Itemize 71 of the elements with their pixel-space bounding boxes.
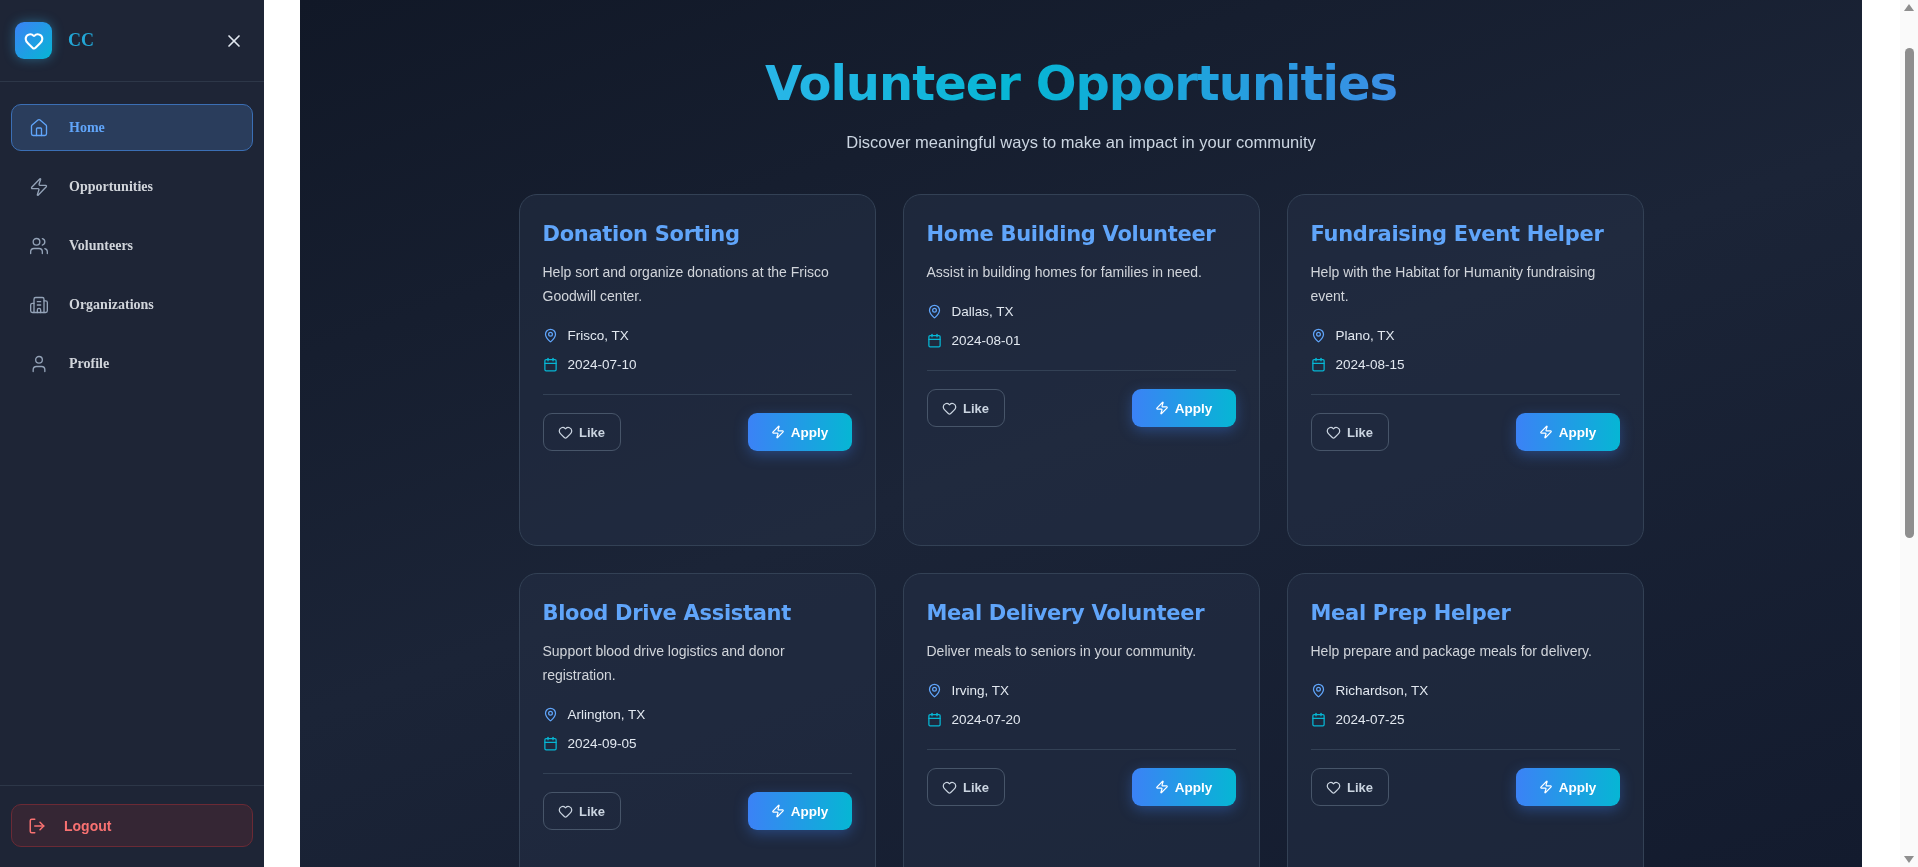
nav-item[interactable]: Organizations bbox=[11, 281, 253, 328]
lightning-icon bbox=[770, 425, 785, 440]
lightning-icon bbox=[1538, 425, 1553, 440]
nav-item[interactable]: Profile bbox=[11, 340, 253, 387]
nav-item[interactable]: Opportunities bbox=[11, 163, 253, 210]
like-button[interactable]: Like bbox=[1310, 413, 1389, 452]
heart-icon bbox=[942, 400, 957, 416]
lightning-icon bbox=[1154, 401, 1169, 416]
card-description: Help with the Habitat for Humanity fundraising event. bbox=[1310, 263, 1597, 307]
card-description: Assist in building homes for families in need. bbox=[926, 263, 1203, 283]
map-pin-icon bbox=[1310, 683, 1326, 699]
date-text: 2024-08-01 bbox=[951, 333, 1021, 349]
date-text: 2024-08-15 bbox=[1335, 357, 1405, 373]
card-title: Donation Sorting bbox=[542, 222, 741, 247]
card-title: Blood Drive Assistant bbox=[542, 601, 792, 626]
location-text: Plano, TX bbox=[1335, 328, 1395, 344]
lightning-icon bbox=[1154, 780, 1169, 795]
nav-item[interactable]: Home bbox=[11, 104, 253, 151]
card-description: Support blood drive logistics and donor registration. bbox=[542, 642, 786, 686]
calendar-icon bbox=[542, 357, 558, 373]
scroll-up-icon[interactable] bbox=[1904, 4, 1914, 11]
map-pin-icon bbox=[926, 304, 942, 320]
logout-button[interactable]: Logout bbox=[11, 804, 253, 847]
logout-icon bbox=[28, 816, 46, 835]
like-button[interactable]: Like bbox=[542, 413, 621, 452]
map-pin-icon bbox=[926, 683, 942, 699]
lightning-icon bbox=[1538, 780, 1553, 795]
card-description: Help sort and organize donations at the Frisco Goodwill center. bbox=[542, 263, 830, 307]
like-button[interactable]: Like bbox=[926, 768, 1005, 807]
date-text: 2024-07-10 bbox=[567, 357, 637, 373]
heart-icon bbox=[942, 779, 957, 795]
map-pin-icon bbox=[542, 707, 558, 723]
date-text: 2024-07-20 bbox=[951, 712, 1021, 728]
card-title: Meal Prep Helper bbox=[1310, 601, 1512, 626]
heart-icon bbox=[558, 803, 573, 819]
scrollbar[interactable] bbox=[1900, 0, 1918, 867]
like-button[interactable]: Like bbox=[926, 389, 1005, 428]
calendar-icon bbox=[926, 333, 942, 349]
lightning-icon bbox=[770, 804, 785, 819]
card-description: Help prepare and package meals for delivery. bbox=[1310, 642, 1593, 662]
lightning-icon bbox=[29, 176, 49, 197]
location-text: Frisco, TX bbox=[567, 328, 629, 344]
date-text: 2024-07-25 bbox=[1335, 712, 1405, 728]
heart-icon bbox=[1326, 779, 1341, 795]
map-pin-icon bbox=[1310, 328, 1326, 344]
building-icon bbox=[29, 294, 49, 315]
card-title: Fundraising Event Helper bbox=[1310, 222, 1605, 247]
scroll-down-icon[interactable] bbox=[1904, 856, 1914, 863]
calendar-icon bbox=[1310, 357, 1326, 373]
calendar-icon bbox=[926, 712, 942, 728]
location-text: Richardson, TX bbox=[1335, 683, 1429, 699]
card-title: Home Building Volunteer bbox=[926, 222, 1217, 247]
location-text: Dallas, TX bbox=[951, 304, 1014, 320]
heart-icon bbox=[1326, 424, 1341, 440]
brand-name: CC bbox=[68, 30, 95, 51]
card-description: Deliver meals to seniors in your community. bbox=[926, 642, 1198, 662]
nav-item[interactable]: Volunteers bbox=[11, 222, 253, 269]
map-pin-icon bbox=[542, 328, 558, 344]
logo-icon bbox=[15, 22, 52, 59]
date-text: 2024-09-05 bbox=[567, 736, 637, 752]
users-icon bbox=[29, 235, 49, 256]
like-button[interactable]: Like bbox=[1310, 768, 1389, 807]
location-text: Irving, TX bbox=[951, 683, 1010, 699]
heart-icon bbox=[558, 424, 573, 440]
like-button[interactable]: Like bbox=[542, 792, 621, 831]
page-subtitle: Discover meaningful ways to make an impact in your community bbox=[846, 133, 1316, 153]
calendar-icon bbox=[1310, 712, 1326, 728]
calendar-icon bbox=[542, 736, 558, 752]
card-title: Meal Delivery Volunteer bbox=[926, 601, 1206, 626]
home-icon bbox=[29, 117, 49, 138]
location-text: Arlington, TX bbox=[567, 707, 646, 723]
